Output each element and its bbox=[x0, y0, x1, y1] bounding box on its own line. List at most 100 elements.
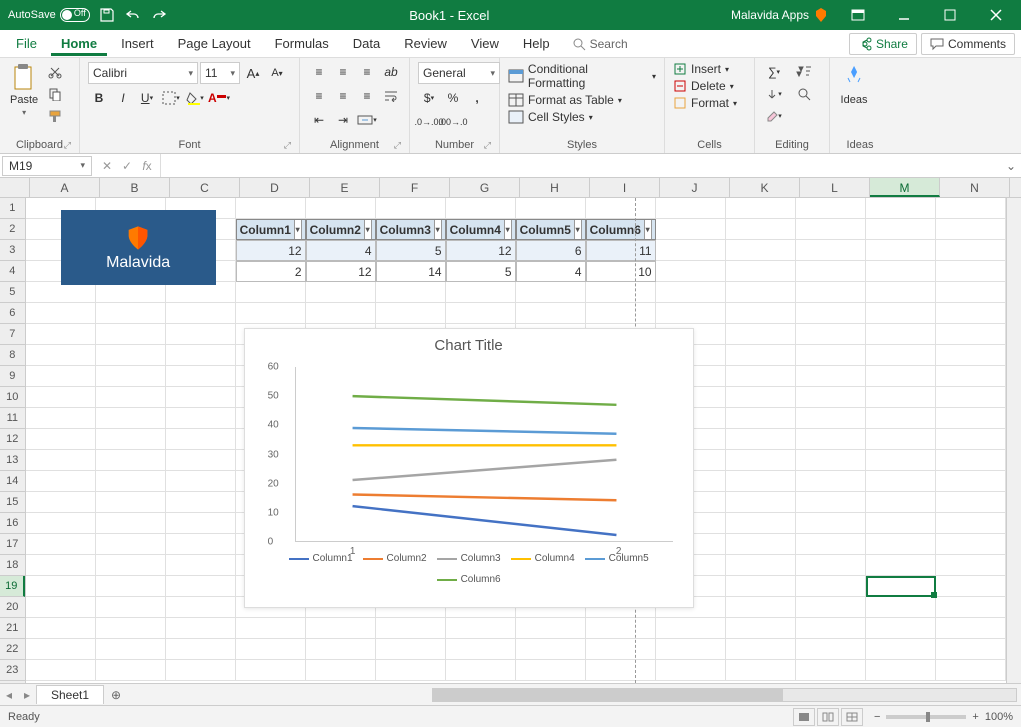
cell-I22[interactable] bbox=[586, 639, 656, 660]
undo-icon[interactable] bbox=[124, 6, 142, 24]
cell-J1[interactable] bbox=[656, 198, 726, 219]
row-header-17[interactable]: 17 bbox=[0, 534, 25, 555]
cell-B8[interactable] bbox=[96, 345, 166, 366]
cell-L18[interactable] bbox=[796, 555, 866, 576]
tab-formulas[interactable]: Formulas bbox=[265, 32, 339, 55]
cell-N8[interactable] bbox=[936, 345, 1006, 366]
percent-icon[interactable]: % bbox=[442, 88, 464, 108]
expand-formula-bar-icon[interactable]: ⌄ bbox=[1001, 159, 1021, 173]
cell-L23[interactable] bbox=[796, 660, 866, 681]
cell-J23[interactable] bbox=[656, 660, 726, 681]
align-middle-icon[interactable]: ≡ bbox=[332, 62, 354, 82]
cell-C16[interactable] bbox=[166, 513, 236, 534]
row-header-13[interactable]: 13 bbox=[0, 450, 25, 471]
cell-K14[interactable] bbox=[726, 471, 796, 492]
cell-styles-button[interactable]: Cell Styles▾ bbox=[508, 110, 593, 124]
zoom-out-icon[interactable]: − bbox=[874, 711, 880, 723]
cell-L1[interactable] bbox=[796, 198, 866, 219]
page-layout-view-icon[interactable] bbox=[817, 708, 839, 726]
cell-A11[interactable] bbox=[26, 408, 96, 429]
row-header-9[interactable]: 9 bbox=[0, 366, 25, 387]
cell-B20[interactable] bbox=[96, 597, 166, 618]
cell-M20[interactable] bbox=[866, 597, 936, 618]
cell-C5[interactable] bbox=[166, 282, 236, 303]
cell-K6[interactable] bbox=[726, 303, 796, 324]
cell-A12[interactable] bbox=[26, 429, 96, 450]
select-all-corner[interactable] bbox=[0, 178, 30, 197]
cell-G6[interactable] bbox=[446, 303, 516, 324]
cell-L14[interactable] bbox=[796, 471, 866, 492]
cell-I5[interactable] bbox=[586, 282, 656, 303]
row-header-5[interactable]: 5 bbox=[0, 282, 25, 303]
comma-icon[interactable]: , bbox=[466, 88, 488, 108]
cell-C7[interactable] bbox=[166, 324, 236, 345]
col-header-C[interactable]: C bbox=[170, 178, 240, 197]
cell-L2[interactable] bbox=[796, 219, 866, 240]
cell-E23[interactable] bbox=[306, 660, 376, 681]
cell-D23[interactable] bbox=[236, 660, 306, 681]
cell-L10[interactable] bbox=[796, 387, 866, 408]
cell-B13[interactable] bbox=[96, 450, 166, 471]
align-right-icon[interactable]: ≡ bbox=[356, 86, 378, 106]
cell-N3[interactable] bbox=[936, 240, 1006, 261]
row-header-10[interactable]: 10 bbox=[0, 387, 25, 408]
underline-button[interactable]: U▾ bbox=[136, 88, 158, 108]
cell-N11[interactable] bbox=[936, 408, 1006, 429]
cell-D2[interactable]: Column1▾ bbox=[236, 219, 306, 240]
cell-I21[interactable] bbox=[586, 618, 656, 639]
cell-A20[interactable] bbox=[26, 597, 96, 618]
cell-M12[interactable] bbox=[866, 429, 936, 450]
cell-A21[interactable] bbox=[26, 618, 96, 639]
tab-review[interactable]: Review bbox=[394, 32, 457, 55]
cell-L4[interactable] bbox=[796, 261, 866, 282]
cell-L6[interactable] bbox=[796, 303, 866, 324]
col-header-L[interactable]: L bbox=[800, 178, 870, 197]
cell-A7[interactable] bbox=[26, 324, 96, 345]
cell-K1[interactable] bbox=[726, 198, 796, 219]
find-select-icon[interactable] bbox=[793, 84, 815, 104]
sort-filter-icon[interactable] bbox=[793, 62, 815, 82]
cell-N12[interactable] bbox=[936, 429, 1006, 450]
cell-N18[interactable] bbox=[936, 555, 1006, 576]
cell-K10[interactable] bbox=[726, 387, 796, 408]
cell-L15[interactable] bbox=[796, 492, 866, 513]
cell-C10[interactable] bbox=[166, 387, 236, 408]
cell-L22[interactable] bbox=[796, 639, 866, 660]
fx-icon[interactable]: fx bbox=[138, 159, 156, 173]
cell-E22[interactable] bbox=[306, 639, 376, 660]
sheet-tab[interactable]: Sheet1 bbox=[36, 685, 104, 704]
row-header-23[interactable]: 23 bbox=[0, 660, 25, 681]
col-header-A[interactable]: A bbox=[30, 178, 100, 197]
cell-F23[interactable] bbox=[376, 660, 446, 681]
cell-L13[interactable] bbox=[796, 450, 866, 471]
cell-D21[interactable] bbox=[236, 618, 306, 639]
col-header-I[interactable]: I bbox=[590, 178, 660, 197]
cell-M17[interactable] bbox=[866, 534, 936, 555]
cell-N21[interactable] bbox=[936, 618, 1006, 639]
format-cells-button[interactable]: Format▾ bbox=[673, 96, 737, 110]
cell-F22[interactable] bbox=[376, 639, 446, 660]
add-sheet-button[interactable]: ⊕ bbox=[104, 688, 128, 702]
comments-button[interactable]: Comments bbox=[921, 33, 1015, 55]
increase-font-icon[interactable]: A▴ bbox=[242, 63, 264, 83]
cell-F1[interactable] bbox=[376, 198, 446, 219]
cell-E4[interactable]: 12 bbox=[306, 261, 376, 282]
cell-B17[interactable] bbox=[96, 534, 166, 555]
cell-B14[interactable] bbox=[96, 471, 166, 492]
font-name-combo[interactable]: Calibri▾ bbox=[88, 62, 198, 84]
row-header-2[interactable]: 2 bbox=[0, 219, 25, 240]
tab-data[interactable]: Data bbox=[343, 32, 390, 55]
decrease-decimal-icon[interactable]: .00→.0 bbox=[442, 112, 464, 132]
cell-H4[interactable]: 4 bbox=[516, 261, 586, 282]
malavida-apps[interactable]: Malavida Apps bbox=[731, 7, 829, 23]
cell-M14[interactable] bbox=[866, 471, 936, 492]
cell-A10[interactable] bbox=[26, 387, 96, 408]
cell-A23[interactable] bbox=[26, 660, 96, 681]
cell-K16[interactable] bbox=[726, 513, 796, 534]
cell-H21[interactable] bbox=[516, 618, 586, 639]
cell-D3[interactable]: 12 bbox=[236, 240, 306, 261]
row-header-14[interactable]: 14 bbox=[0, 471, 25, 492]
cell-C6[interactable] bbox=[166, 303, 236, 324]
chart[interactable]: Chart Title 010203040506012 Column1Colum… bbox=[244, 328, 694, 608]
cell-B23[interactable] bbox=[96, 660, 166, 681]
